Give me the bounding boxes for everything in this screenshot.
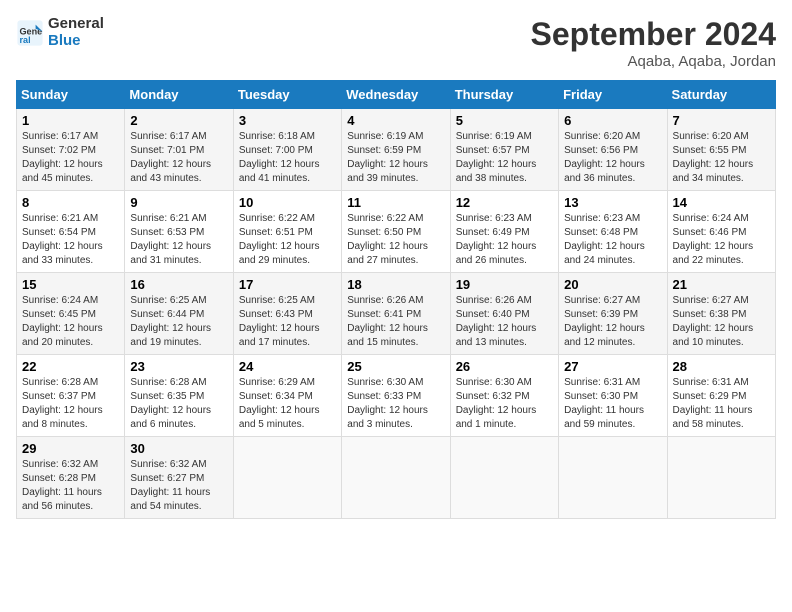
table-row: 24Sunrise: 6:29 AMSunset: 6:34 PMDayligh… — [233, 355, 341, 437]
table-row: 14Sunrise: 6:24 AMSunset: 6:46 PMDayligh… — [667, 191, 775, 273]
table-row: 5Sunrise: 6:19 AMSunset: 6:57 PMDaylight… — [450, 109, 558, 191]
weekday-header-row: Sunday Monday Tuesday Wednesday Thursday… — [17, 81, 776, 109]
table-row — [450, 437, 558, 519]
table-row — [667, 437, 775, 519]
table-row — [342, 437, 450, 519]
logo: Gene ral General Blue — [16, 16, 104, 49]
logo-icon: Gene ral — [16, 19, 44, 47]
table-row: 16Sunrise: 6:25 AMSunset: 6:44 PMDayligh… — [125, 273, 233, 355]
header-monday: Monday — [125, 81, 233, 109]
month-title: September 2024 — [531, 16, 776, 53]
header-tuesday: Tuesday — [233, 81, 341, 109]
logo-text-blue: Blue — [48, 33, 104, 50]
header-thursday: Thursday — [450, 81, 558, 109]
calendar-week-1: 8Sunrise: 6:21 AMSunset: 6:54 PMDaylight… — [17, 191, 776, 273]
table-row: 2Sunrise: 6:17 AMSunset: 7:01 PMDaylight… — [125, 109, 233, 191]
table-row: 1Sunrise: 6:17 AMSunset: 7:02 PMDaylight… — [17, 109, 125, 191]
header-friday: Friday — [559, 81, 667, 109]
table-row: 18Sunrise: 6:26 AMSunset: 6:41 PMDayligh… — [342, 273, 450, 355]
table-row — [559, 437, 667, 519]
table-row: 8Sunrise: 6:21 AMSunset: 6:54 PMDaylight… — [17, 191, 125, 273]
calendar-week-3: 22Sunrise: 6:28 AMSunset: 6:37 PMDayligh… — [17, 355, 776, 437]
table-row: 15Sunrise: 6:24 AMSunset: 6:45 PMDayligh… — [17, 273, 125, 355]
calendar-table: Sunday Monday Tuesday Wednesday Thursday… — [16, 80, 776, 519]
table-row: 30Sunrise: 6:32 AMSunset: 6:27 PMDayligh… — [125, 437, 233, 519]
table-row: 21Sunrise: 6:27 AMSunset: 6:38 PMDayligh… — [667, 273, 775, 355]
table-row: 23Sunrise: 6:28 AMSunset: 6:35 PMDayligh… — [125, 355, 233, 437]
title-area: September 2024 Aqaba, Aqaba, Jordan — [531, 16, 776, 70]
calendar-week-0: 1Sunrise: 6:17 AMSunset: 7:02 PMDaylight… — [17, 109, 776, 191]
table-row: 4Sunrise: 6:19 AMSunset: 6:59 PMDaylight… — [342, 109, 450, 191]
calendar-week-5: 29Sunrise: 6:32 AMSunset: 6:28 PMDayligh… — [17, 437, 776, 519]
table-row: 20Sunrise: 6:27 AMSunset: 6:39 PMDayligh… — [559, 273, 667, 355]
logo-text-general: General — [48, 16, 104, 33]
table-row: 22Sunrise: 6:28 AMSunset: 6:37 PMDayligh… — [17, 355, 125, 437]
table-row: 17Sunrise: 6:25 AMSunset: 6:43 PMDayligh… — [233, 273, 341, 355]
calendar-week-2: 15Sunrise: 6:24 AMSunset: 6:45 PMDayligh… — [17, 273, 776, 355]
table-row: 3Sunrise: 6:18 AMSunset: 7:00 PMDaylight… — [233, 109, 341, 191]
table-row: 13Sunrise: 6:23 AMSunset: 6:48 PMDayligh… — [559, 191, 667, 273]
table-row: 12Sunrise: 6:23 AMSunset: 6:49 PMDayligh… — [450, 191, 558, 273]
svg-text:ral: ral — [20, 34, 31, 44]
header-wednesday: Wednesday — [342, 81, 450, 109]
table-row: 9Sunrise: 6:21 AMSunset: 6:53 PMDaylight… — [125, 191, 233, 273]
table-row: 29Sunrise: 6:32 AMSunset: 6:28 PMDayligh… — [17, 437, 125, 519]
table-row: 7Sunrise: 6:20 AMSunset: 6:55 PMDaylight… — [667, 109, 775, 191]
header-sunday: Sunday — [17, 81, 125, 109]
header-saturday: Saturday — [667, 81, 775, 109]
location-title: Aqaba, Aqaba, Jordan — [531, 53, 776, 70]
table-row: 11Sunrise: 6:22 AMSunset: 6:50 PMDayligh… — [342, 191, 450, 273]
table-row: 28Sunrise: 6:31 AMSunset: 6:29 PMDayligh… — [667, 355, 775, 437]
table-row: 25Sunrise: 6:30 AMSunset: 6:33 PMDayligh… — [342, 355, 450, 437]
table-row: 6Sunrise: 6:20 AMSunset: 6:56 PMDaylight… — [559, 109, 667, 191]
table-row: 10Sunrise: 6:22 AMSunset: 6:51 PMDayligh… — [233, 191, 341, 273]
table-row: 26Sunrise: 6:30 AMSunset: 6:32 PMDayligh… — [450, 355, 558, 437]
table-row — [233, 437, 341, 519]
page-header: Gene ral General Blue September 2024 Aqa… — [16, 16, 776, 70]
table-row: 27Sunrise: 6:31 AMSunset: 6:30 PMDayligh… — [559, 355, 667, 437]
table-row: 19Sunrise: 6:26 AMSunset: 6:40 PMDayligh… — [450, 273, 558, 355]
